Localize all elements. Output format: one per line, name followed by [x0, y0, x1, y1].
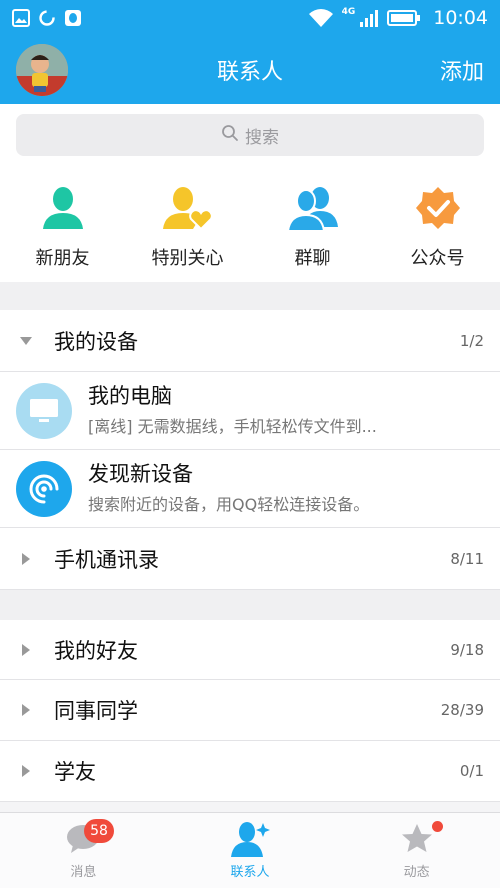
device-discover-new[interactable]: 发现新设备 搜索附近的设备，用QQ轻松连接设备。: [0, 450, 500, 528]
group-count: 1/2: [459, 331, 484, 350]
radar-icon: [16, 460, 72, 517]
device-description: [离线] 无需数据线，手机轻松传文件到...: [88, 417, 377, 437]
clock: 10:04: [433, 7, 488, 29]
chevron-down-icon: [18, 333, 34, 349]
section-divider: [0, 282, 500, 310]
quick-label: 群聊: [294, 248, 331, 269]
quick-group-chat[interactable]: 群聊: [250, 164, 375, 282]
person-icon: [35, 180, 91, 236]
group-name: 我的好友: [54, 638, 138, 663]
computer-icon: [16, 382, 72, 439]
add-button[interactable]: 添加: [440, 54, 484, 86]
group-icon: [285, 180, 341, 236]
group-name: 手机通讯录: [54, 547, 159, 572]
image-notification-icon: [12, 9, 30, 27]
group-count: 28/39: [440, 701, 484, 719]
quick-new-friends[interactable]: 新朋友: [0, 164, 125, 282]
wifi-icon: [308, 8, 334, 28]
star-icon: [397, 821, 437, 857]
bottom-tab-bar: 消息 58 联系人 动态: [0, 812, 500, 888]
group-name: 同事同学: [54, 699, 138, 723]
quick-special-care[interactable]: 特别关心: [125, 164, 250, 282]
device-my-computer[interactable]: 我的电脑 [离线] 无需数据线，手机轻松传文件到...: [0, 372, 500, 450]
new-activity-dot: [432, 821, 443, 832]
tab-label: 联系人: [230, 865, 270, 880]
quick-actions: 新朋友 特别关心 群聊 公众号: [0, 164, 500, 282]
sync-icon: [38, 9, 56, 27]
search-input[interactable]: 搜索: [16, 114, 484, 156]
group-phone-contacts[interactable]: 手机通讯录 8/11: [0, 528, 500, 590]
device-description: 搜索附近的设备，用QQ轻松连接设备。: [88, 495, 370, 515]
section-divider: [0, 590, 500, 620]
group-schoolmates[interactable]: 学友 0/1: [0, 741, 500, 802]
chevron-right-icon: [18, 702, 34, 718]
tab-feed[interactable]: 动态: [333, 813, 500, 888]
group-colleagues[interactable]: 同事同学 28/39: [0, 680, 500, 741]
quick-label: 公众号: [410, 248, 465, 269]
device-name: 发现新设备: [88, 461, 193, 486]
contacts-sparkle-icon: [230, 821, 270, 857]
group-count: 8/11: [450, 549, 484, 568]
group-name: 学友: [54, 760, 96, 784]
group-my-devices[interactable]: 我的设备 1/2: [0, 310, 500, 372]
search-placeholder: 搜索: [245, 127, 279, 148]
search-container: 搜索: [0, 104, 500, 164]
person-heart-icon: [160, 180, 216, 236]
group-name: 我的设备: [54, 329, 138, 354]
chevron-right-icon: [18, 642, 34, 658]
battery-icon: [387, 9, 421, 27]
chevron-right-icon: [18, 763, 34, 779]
unread-badge: 58: [84, 819, 114, 843]
status-bar: 4G 10:04: [0, 0, 500, 36]
tab-contacts[interactable]: 联系人: [167, 813, 334, 888]
group-count: 0/1: [459, 762, 484, 780]
quick-label: 特别关心: [151, 248, 224, 269]
qq-notification-icon: [64, 9, 82, 27]
network-type: 4G: [341, 7, 356, 17]
page-title: 联系人: [216, 60, 283, 85]
app-header: 联系人 添加: [0, 36, 500, 104]
quick-official-accounts[interactable]: 公众号: [375, 164, 500, 282]
signal-icon: [359, 8, 379, 28]
chevron-right-icon: [18, 551, 34, 567]
quick-label: 新朋友: [35, 248, 90, 269]
tab-label: 消息: [70, 865, 97, 880]
search-icon: [221, 124, 239, 147]
group-count: 9/18: [450, 640, 484, 659]
group-my-friends[interactable]: 我的好友 9/18: [0, 620, 500, 680]
device-name: 我的电脑: [88, 383, 172, 408]
badge-check-icon: [410, 180, 466, 236]
tab-label: 动态: [403, 865, 430, 880]
avatar[interactable]: [16, 44, 68, 96]
tab-messages[interactable]: 消息 58: [0, 813, 167, 888]
